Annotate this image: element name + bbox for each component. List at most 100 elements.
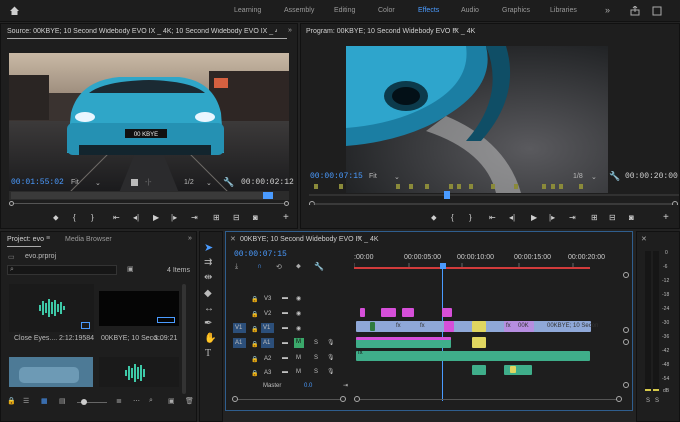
clip-v2[interactable]	[442, 308, 452, 317]
panel-menu-icon[interactable]: ≡	[453, 27, 457, 34]
track-select-tool-icon[interactable]: ⇉	[204, 257, 212, 268]
timeline-timecode[interactable]: 00:00:07:15	[234, 250, 287, 259]
settings-wrench-icon[interactable]: 🔧	[223, 177, 234, 188]
program-marker-bar[interactable]	[309, 183, 679, 205]
source-playhead[interactable]	[263, 192, 273, 199]
workspace-editing[interactable]: Editing	[334, 7, 355, 14]
play-icon[interactable]: ▶	[153, 213, 159, 222]
microphone-icon[interactable]: 🎙	[327, 339, 335, 346]
program-timecode[interactable]: 00:00:07:15	[310, 172, 363, 181]
mute-button[interactable]: M	[296, 369, 301, 375]
lock-icon[interactable]: 🔒	[251, 326, 258, 333]
solo-button[interactable]: S	[314, 369, 318, 375]
clip-a2[interactable]	[472, 351, 486, 361]
panel-expand-icon[interactable]: »	[188, 235, 192, 242]
panel-menu-icon[interactable]: ≡	[357, 235, 361, 242]
overwrite-icon[interactable]: ⊟	[233, 213, 240, 222]
add-button-icon[interactable]: +	[283, 212, 289, 223]
sort-icon[interactable]: ≣	[116, 397, 122, 405]
playhead-handle[interactable]	[440, 263, 446, 269]
vertical-zoom-handle[interactable]	[623, 327, 629, 333]
panel-menu-icon[interactable]: ≡	[46, 235, 50, 242]
razor-tool-icon[interactable]: ◆	[204, 288, 212, 299]
bin-item-thumbnail[interactable]	[99, 291, 179, 326]
lock-icon[interactable]: 🔒	[7, 397, 16, 405]
film-icon[interactable]: ▬	[282, 369, 288, 375]
add-marker-icon[interactable]: ⬥	[53, 213, 59, 223]
workspace-color[interactable]: Color	[378, 7, 395, 14]
settings-wrench-icon[interactable]: 🔧	[609, 171, 620, 182]
play-icon[interactable]: ▶	[531, 213, 537, 222]
linked-selection-icon[interactable]: ⟲	[276, 263, 282, 271]
source-resolution-select[interactable]: 1/2	[184, 179, 194, 186]
add-marker-icon[interactable]: ⬥	[296, 263, 301, 271]
go-to-out-icon[interactable]: ⇥	[569, 213, 576, 222]
zoom-handle-left[interactable]	[354, 396, 360, 402]
mark-out-icon[interactable]: }	[469, 213, 472, 222]
tab-media-browser[interactable]: Media Browser	[65, 236, 112, 243]
film-icon[interactable]: ▬	[282, 310, 288, 316]
lock-icon[interactable]: 🔒	[251, 311, 258, 318]
trash-icon[interactable]: 🗑	[185, 397, 194, 405]
add-button-icon[interactable]: +	[663, 212, 669, 223]
icon-view-icon[interactable]: ▦	[41, 397, 48, 405]
clip-v2[interactable]	[381, 308, 396, 317]
snap-icon[interactable]: ∩	[257, 263, 262, 270]
mark-in-icon[interactable]: {	[451, 213, 454, 222]
pen-tool-icon[interactable]: ✒	[204, 318, 212, 329]
bin-item-thumbnail[interactable]	[99, 357, 179, 387]
film-icon[interactable]: ▬	[282, 340, 288, 346]
clip-v1[interactable]	[444, 321, 454, 332]
vertical-zoom-handle[interactable]	[623, 382, 629, 388]
extract-icon[interactable]: ⊟	[609, 213, 616, 222]
film-icon[interactable]: ▬	[282, 355, 288, 361]
insert-icon[interactable]: ⊞	[213, 213, 220, 222]
tab-project[interactable]: Project: evo	[7, 236, 44, 243]
bin-item-thumbnail[interactable]	[9, 357, 93, 387]
lift-icon[interactable]: ⊞	[591, 213, 598, 222]
overflow-icon[interactable]: »	[605, 5, 610, 15]
workspace-effects[interactable]: Effects	[418, 7, 439, 14]
nest-icon[interactable]: ⤓	[235, 263, 238, 271]
step-forward-icon[interactable]: |▸	[549, 213, 555, 222]
project-search-input[interactable]	[7, 265, 117, 275]
clip-a3[interactable]	[504, 365, 532, 375]
ripple-edit-tool-icon[interactable]: ⇹	[204, 272, 212, 283]
workspace-learning[interactable]: Learning	[234, 7, 261, 14]
workspace-audio[interactable]: Audio	[461, 7, 479, 14]
selection-tool-icon[interactable]: ➤	[204, 241, 213, 254]
program-title[interactable]: Program: 00KBYE; 10 Second Widebody EVO …	[306, 28, 475, 35]
settings-wrench-icon[interactable]: 🔧	[314, 262, 324, 271]
source-zoom-bar[interactable]	[9, 203, 289, 204]
chevron-down-icon[interactable]: ⌄	[206, 179, 212, 187]
source-title[interactable]: Source: 00KBYE; 10 Second Widebody EVO I…	[7, 28, 277, 35]
slip-tool-icon[interactable]: ↔	[204, 303, 214, 314]
eye-icon[interactable]: ◉	[296, 310, 301, 317]
lock-icon[interactable]: 🔒	[251, 356, 258, 363]
safe-margin-icon[interactable]	[131, 179, 138, 186]
program-fit-select[interactable]: Fit	[369, 173, 377, 180]
chevron-down-icon[interactable]: ⌄	[95, 179, 101, 187]
film-icon[interactable]: ▬	[282, 325, 288, 331]
mark-in-icon[interactable]: {	[73, 213, 76, 222]
microphone-icon[interactable]: 🎙	[327, 368, 335, 375]
close-icon[interactable]: ✕	[641, 235, 647, 243]
mute-button[interactable]: M	[296, 355, 301, 361]
workspace-libraries[interactable]: Libraries	[550, 7, 577, 14]
solo-right-button[interactable]: S	[655, 398, 659, 404]
bin-item-thumbnail[interactable]	[9, 284, 94, 332]
new-item-icon[interactable]: ▣	[168, 397, 175, 405]
go-to-in-icon[interactable]: ⇤	[489, 213, 496, 222]
zoom-handle-right[interactable]	[340, 396, 346, 402]
close-icon[interactable]: ✕	[230, 235, 236, 243]
step-forward-icon[interactable]: |▸	[171, 213, 177, 222]
zoom-handle-right[interactable]	[284, 201, 289, 206]
microphone-icon[interactable]: 🎙	[327, 354, 335, 361]
go-to-in-icon[interactable]: ⇤	[113, 213, 120, 222]
chevron-down-icon[interactable]: ⌄	[394, 173, 400, 181]
solo-button[interactable]: S	[314, 355, 318, 361]
step-back-icon[interactable]: ◂|	[509, 213, 515, 222]
type-tool-icon[interactable]: T	[205, 348, 211, 359]
lock-icon[interactable]: 🔒	[251, 370, 258, 377]
go-to-out-icon[interactable]: ⇥	[191, 213, 198, 222]
